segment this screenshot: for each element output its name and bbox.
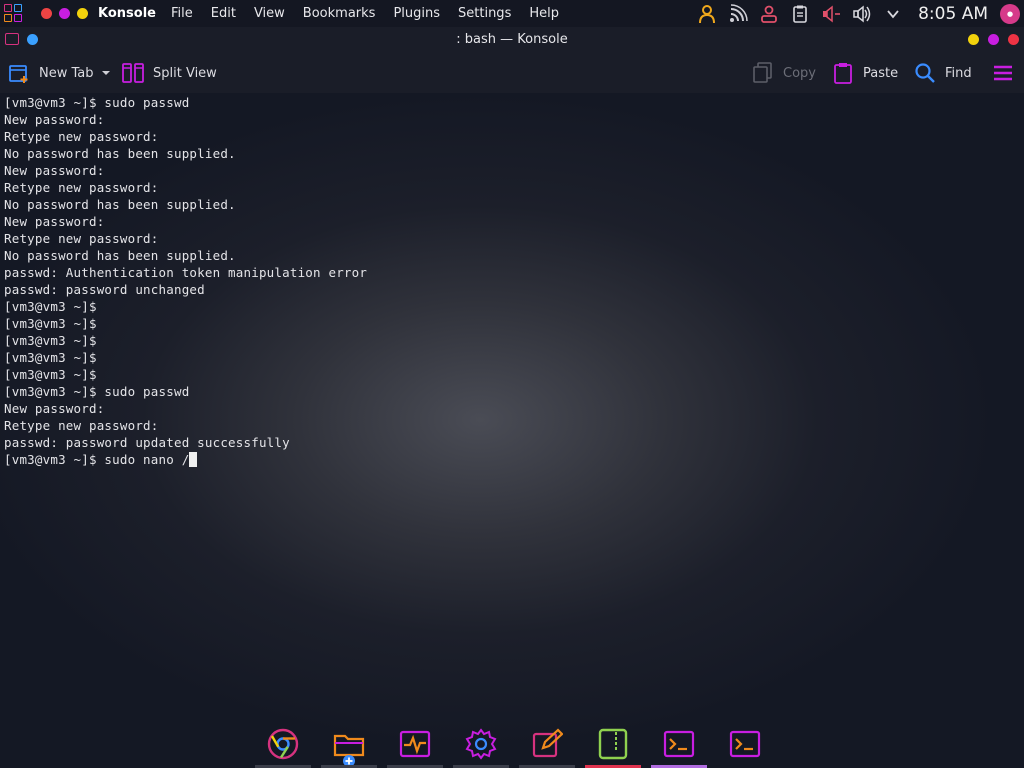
terminal-line: [vm3@vm3 ~]$ — [4, 350, 97, 365]
window-titlebar[interactable]: : bash — Konsole — [0, 27, 1024, 53]
terminal-line: No password has been supplied. — [4, 197, 236, 212]
app-launcher-icon[interactable] — [3, 3, 25, 25]
konsole-toolbar: New Tab Split View Copy Paste Find — [0, 53, 1024, 93]
close-button[interactable] — [1008, 34, 1019, 45]
clock[interactable]: 8:05 AM — [918, 4, 988, 24]
terminal-line: [vm3@vm3 ~]$ — [4, 316, 97, 331]
close-dot[interactable] — [41, 8, 52, 19]
terminal-line: [vm3@vm3 ~]$ sudo passwd — [4, 95, 190, 110]
terminal-icon — [729, 730, 761, 758]
text-editor-icon — [532, 728, 563, 758]
hamburger-menu-icon — [994, 65, 1012, 81]
paste-label: Paste — [863, 65, 899, 81]
dock — [250, 720, 780, 768]
dock-chrome[interactable] — [250, 720, 316, 768]
terminal-line: New password: — [4, 401, 105, 416]
new-tab-icon — [9, 65, 28, 83]
menu-edit[interactable]: Edit — [202, 6, 245, 21]
person-icon[interactable] — [758, 3, 780, 25]
terminal-icon — [663, 730, 695, 758]
terminal-line: passwd: password updated successfully — [4, 435, 290, 450]
top-panel: Konsole File Edit View Bookmarks Plugins… — [0, 0, 1024, 27]
dropdown-arrow-icon — [102, 71, 110, 75]
dock-system-monitor[interactable] — [382, 720, 448, 768]
clipboard-icon[interactable] — [789, 3, 811, 25]
terminal-line: Retype new password: — [4, 418, 159, 433]
terminal-line: Retype new password: — [4, 129, 159, 144]
text-cursor — [189, 452, 198, 467]
split-view-label: Split View — [153, 65, 217, 81]
terminal-line: New password: — [4, 112, 105, 127]
menu-help[interactable]: Help — [520, 6, 568, 21]
minimize-dot[interactable] — [77, 8, 88, 19]
terminal-line: Retype new password: — [4, 231, 159, 246]
terminal-line: passwd: password unchanged — [4, 282, 205, 297]
dock-terminal-2[interactable] — [712, 720, 778, 768]
window-controls — [41, 8, 88, 19]
copy-icon — [753, 62, 772, 83]
hamburger-menu-button[interactable] — [992, 62, 1014, 84]
settings-icon — [465, 728, 497, 760]
archive-icon — [598, 728, 628, 760]
system-tray: 8:05 AM ● — [687, 0, 1024, 27]
menu-file[interactable]: File — [162, 6, 202, 21]
dock-archive[interactable] — [580, 720, 646, 768]
menubar: File Edit View Bookmarks Plugins Setting… — [162, 6, 568, 21]
find-button[interactable]: Find — [914, 62, 972, 84]
dock-settings[interactable] — [448, 720, 514, 768]
split-view-button[interactable]: Split View — [122, 62, 217, 84]
dock-files[interactable] — [316, 720, 382, 768]
maximize-button[interactable] — [988, 34, 999, 45]
microphone-icon[interactable] — [820, 3, 842, 25]
menu-bookmarks[interactable]: Bookmarks — [294, 6, 385, 21]
split-view-icon — [122, 63, 144, 83]
paste-button[interactable]: Paste — [832, 62, 898, 84]
new-tab-dropdown[interactable] — [101, 62, 111, 84]
paste-icon — [834, 63, 852, 84]
terminal-line: New password: — [4, 163, 105, 178]
terminal-line: Retype new password: — [4, 180, 159, 195]
terminal-prompt-line[interactable]: [vm3@vm3 ~]$ sudo nano / — [4, 451, 1020, 468]
copy-button[interactable]: Copy — [752, 62, 816, 84]
terminal-line: No password has been supplied. — [4, 146, 236, 161]
search-icon — [915, 63, 935, 83]
chrome-icon — [267, 728, 299, 760]
terminal-output[interactable]: [vm3@vm3 ~]$ sudo passwd New password: R… — [4, 94, 1020, 714]
app-menu-name[interactable]: Konsole — [98, 6, 156, 21]
current-command: [vm3@vm3 ~]$ sudo nano / — [4, 452, 190, 467]
maximize-dot[interactable] — [59, 8, 70, 19]
window-buttons — [968, 34, 1019, 45]
terminal-line: New password: — [4, 214, 105, 229]
new-tab-button[interactable]: New Tab — [8, 62, 94, 84]
menu-view[interactable]: View — [245, 6, 294, 21]
system-monitor-icon — [399, 730, 431, 758]
terminal-line: passwd: Authentication token manipulatio… — [4, 265, 368, 280]
terminal-line: [vm3@vm3 ~]$ — [4, 367, 97, 382]
avatar[interactable]: ● — [1000, 3, 1020, 24]
dock-text-editor[interactable] — [514, 720, 580, 768]
terminal-line: [vm3@vm3 ~]$ — [4, 299, 97, 314]
volume-icon[interactable] — [851, 3, 873, 25]
dock-terminal-1[interactable] — [646, 720, 712, 768]
terminal-line: No password has been supplied. — [4, 248, 236, 263]
menu-settings[interactable]: Settings — [449, 6, 520, 21]
user-icon[interactable] — [696, 3, 718, 25]
terminal-line: [vm3@vm3 ~]$ sudo passwd — [4, 384, 190, 399]
minimize-button[interactable] — [968, 34, 979, 45]
chevron-down-icon[interactable] — [882, 3, 904, 25]
window-title: : bash — Konsole — [456, 32, 568, 47]
copy-label: Copy — [783, 65, 816, 81]
find-label: Find — [945, 65, 972, 81]
menu-plugins[interactable]: Plugins — [384, 6, 449, 21]
wifi-icon[interactable] — [727, 3, 749, 25]
terminal-line: [vm3@vm3 ~]$ — [4, 333, 97, 348]
new-tab-label: New Tab — [39, 65, 94, 81]
